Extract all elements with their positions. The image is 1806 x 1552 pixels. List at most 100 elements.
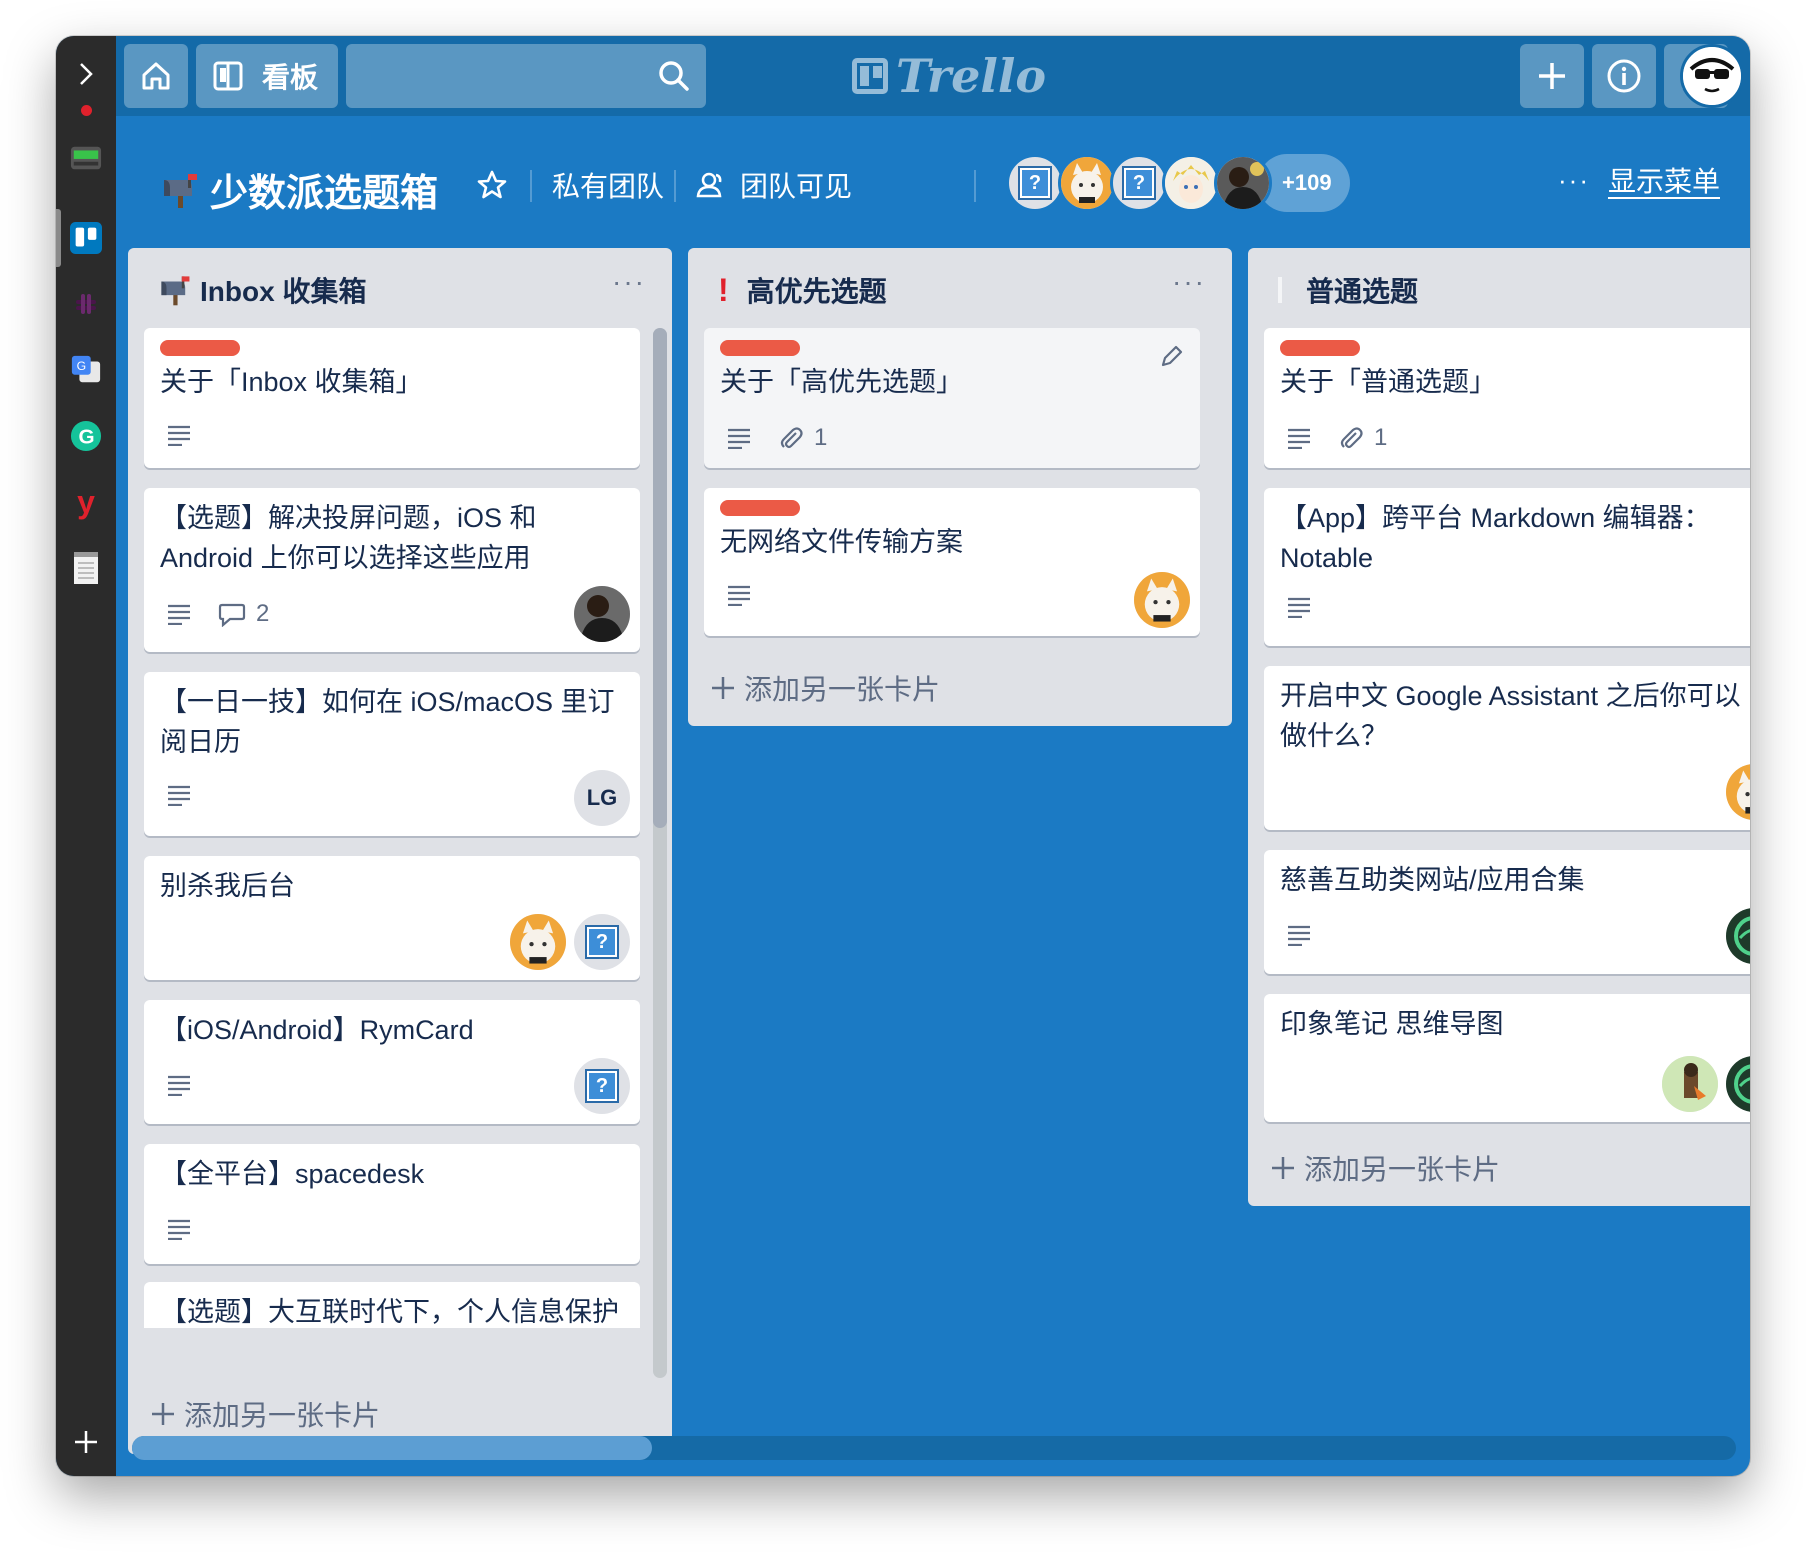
list-header[interactable]: 普通选题 ··· [1248, 248, 1750, 328]
list-header[interactable]: Inbox 收集箱 ··· [128, 248, 672, 328]
slack-app-icon[interactable] [70, 288, 102, 320]
card[interactable]: 关于「高优先选题」 1 [704, 328, 1200, 468]
active-app-indicator [56, 209, 61, 267]
home-button[interactable] [124, 44, 188, 108]
google-translate-icon[interactable]: G [70, 354, 102, 386]
list-title[interactable]: Inbox 收集箱 [158, 270, 366, 310]
list-scrollbar-thumb[interactable] [653, 328, 667, 828]
member-avatar[interactable] [1726, 764, 1750, 820]
card[interactable]: 印象笔记 思维导图 [1264, 994, 1750, 1122]
description-icon [166, 1074, 192, 1096]
logo-text: Trello [896, 49, 1047, 103]
card-label-red[interactable] [1280, 340, 1360, 356]
member-avatar[interactable]: ? [574, 1058, 630, 1114]
card[interactable]: 【App】跨平台 Markdown 编辑器：Notable [1264, 488, 1750, 646]
member-avatar[interactable]: ? [1006, 154, 1064, 212]
card[interactable]: 关于「普通选题」 1 [1264, 328, 1750, 468]
search-icon [659, 61, 689, 91]
boards-label: 看板 [262, 62, 319, 93]
show-menu-button[interactable]: ··· 显示菜单 [1558, 160, 1720, 200]
trello-logo[interactable]: Trello [852, 48, 1046, 104]
list-menu-icon[interactable]: ··· [1172, 266, 1206, 298]
card[interactable]: 【全平台】spacedesk [144, 1144, 640, 1264]
card-label-red[interactable] [720, 500, 800, 516]
add-card-button[interactable]: 添加另一张卡片 [1270, 1148, 1500, 1188]
team-button[interactable]: 私有团队 [552, 158, 664, 212]
card[interactable]: 【iOS/Android】RymCard ? [144, 1000, 640, 1124]
member-avatar[interactable] [574, 586, 630, 642]
list-header[interactable]: ! 高优先选题 ··· [688, 248, 1232, 328]
card-title: 无网络文件传输方案 [720, 527, 963, 557]
member-avatar[interactable] [1726, 908, 1750, 964]
create-button[interactable] [1520, 44, 1584, 108]
board-scrollbar-thumb[interactable] [132, 1436, 652, 1460]
member-avatar[interactable] [1662, 1056, 1718, 1112]
pager-app-icon[interactable] [70, 142, 102, 174]
add-card-label: 添加另一张卡片 [184, 1400, 381, 1431]
notes-app-icon[interactable] [70, 552, 102, 584]
board-horizontal-scrollbar[interactable] [132, 1436, 1736, 1460]
expand-chevron-icon[interactable] [70, 58, 102, 90]
card-list: 关于「Inbox 收集箱」 【选题】解决投屏问题，iOS 和 Android 上… [128, 328, 672, 1328]
description-icon [726, 427, 752, 449]
list-title[interactable]: ! 高优先选题 [718, 270, 887, 310]
member-initials-avatar[interactable]: LG [574, 770, 630, 826]
board-title[interactable]: 少数派选题箱 [160, 162, 438, 217]
card[interactable]: 【选题】大互联时代下，个人信息保护的一些方法 [144, 1282, 640, 1328]
add-card-button[interactable]: 添加另一张卡片 [710, 668, 940, 708]
user-avatar[interactable] [1680, 44, 1744, 108]
add-card-button[interactable]: 添加另一张卡片 [150, 1394, 380, 1434]
visibility-button[interactable]: 团队可见 [696, 158, 852, 212]
member-avatar[interactable]: ? [1110, 154, 1168, 212]
member-avatar[interactable] [1134, 572, 1190, 628]
member-avatar[interactable] [510, 914, 566, 970]
svg-text:G: G [78, 426, 94, 449]
card[interactable]: 开启中文 Google Assistant 之后你可以做什么？ [1264, 666, 1750, 830]
card-label-red[interactable] [720, 340, 800, 356]
member-avatar[interactable] [1726, 1056, 1750, 1112]
card[interactable]: 慈善互助类网站/应用合集 [1264, 850, 1750, 974]
member-avatar[interactable] [1058, 154, 1116, 212]
trello-app-icon[interactable] [70, 222, 102, 254]
star-button[interactable] [476, 158, 508, 212]
card[interactable]: 关于「Inbox 收集箱」 [144, 328, 640, 468]
card[interactable]: 别杀我后台 ? [144, 856, 640, 980]
card[interactable]: 无网络文件传输方案 [704, 488, 1200, 636]
card[interactable]: 【一日一技】如何在 iOS/macOS 里订阅日历 LG [144, 672, 640, 836]
member-avatar[interactable] [1214, 154, 1272, 212]
card-badges [166, 784, 218, 806]
card-title: 【选题】大互联时代下，个人信息保护的一些方法 [160, 1297, 619, 1327]
card-label-red[interactable] [160, 340, 240, 356]
plus-icon [712, 677, 734, 699]
paperclip-icon [1340, 427, 1363, 449]
card-list: 关于「高优先选题」 1 无网络文件传输方案 [688, 328, 1232, 648]
list-scrollbar[interactable] [653, 328, 667, 1378]
exclamation-icon: ! [718, 271, 729, 308]
separator [974, 170, 976, 202]
unknown-avatar-icon: ? [587, 927, 617, 957]
list-title[interactable]: 普通选题 [1278, 270, 1418, 310]
comment-icon [218, 603, 246, 627]
grammarly-icon[interactable]: G [70, 420, 102, 452]
card-members [566, 586, 630, 642]
search-input[interactable] [346, 44, 706, 108]
list-title-text: Inbox 收集箱 [200, 276, 367, 307]
add-card-label: 添加另一张卡片 [1304, 1154, 1501, 1185]
boards-button[interactable]: 看板 [196, 44, 338, 108]
info-icon [1607, 59, 1641, 93]
show-menu-label: 显示菜单 [1607, 166, 1720, 197]
add-app-icon[interactable] [70, 1426, 102, 1458]
info-button[interactable] [1592, 44, 1656, 108]
card-title: 【选题】解决投屏问题，iOS 和 Android 上你可以选择这些应用 [160, 503, 537, 573]
card-title: 慈善互助类网站/应用合集 [1280, 865, 1585, 895]
youdao-icon[interactable]: y [70, 484, 102, 520]
visibility-label: 团队可见 [740, 171, 853, 202]
description-icon [726, 584, 752, 606]
member-avatar[interactable]: ? [574, 914, 630, 970]
list-menu-icon[interactable]: ··· [612, 266, 646, 298]
attachment-count: 1 [1374, 424, 1388, 451]
member-avatar[interactable] [1162, 154, 1220, 212]
card[interactable]: 【选题】解决投屏问题，iOS 和 Android 上你可以选择这些应用 2 [144, 488, 640, 652]
card-title: 【iOS/Android】RymCard [160, 1015, 474, 1045]
board-members: ? ? +109 [1006, 154, 1350, 214]
